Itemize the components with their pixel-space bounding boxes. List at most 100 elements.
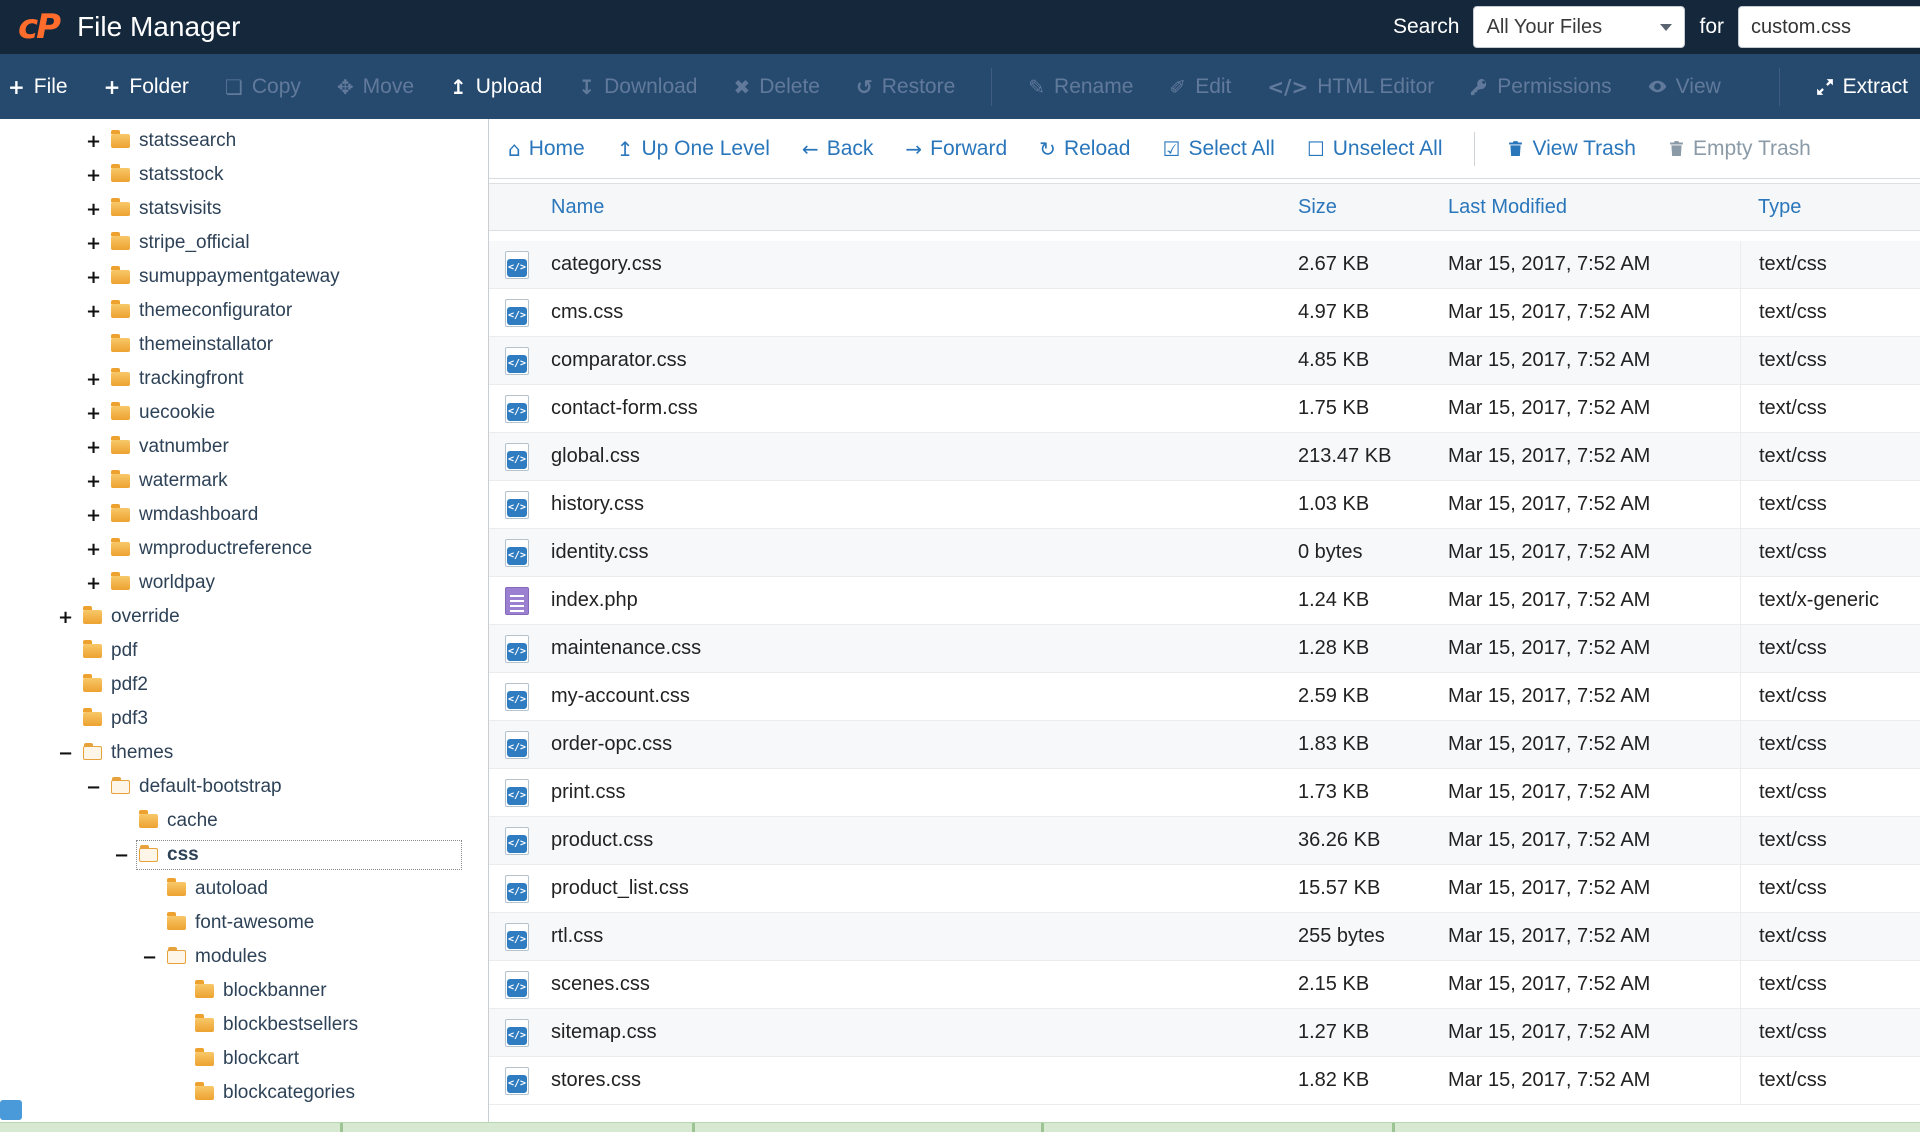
file-row-history-css[interactable]: history.css1.03 KBMar 15, 2017, 7:52 AMt…: [489, 481, 1920, 529]
name-column-header[interactable]: Name: [551, 196, 1280, 219]
file-row-comparator-css[interactable]: comparator.css4.85 KBMar 15, 2017, 7:52 …: [489, 337, 1920, 385]
folder-icon: [111, 168, 130, 182]
tree-item-wmdashboard[interactable]: +wmdashboard: [0, 498, 488, 532]
collapse-toggle-icon[interactable]: −: [58, 743, 80, 764]
tree-item-wmproductreference[interactable]: +wmproductreference: [0, 532, 488, 566]
type-column-header[interactable]: Type: [1740, 196, 1920, 219]
expand-toggle-icon[interactable]: +: [86, 199, 108, 220]
collapse-toggle-icon[interactable]: −: [142, 947, 164, 968]
nav-button-up-one-level[interactable]: ↥Up One Level: [617, 137, 770, 161]
tree-item-statssearch[interactable]: +statssearch: [0, 124, 488, 158]
tree-item-uecookie[interactable]: +uecookie: [0, 396, 488, 430]
tree-item-themeconfigurator[interactable]: +themeconfigurator: [0, 294, 488, 328]
expand-toggle-icon[interactable]: +: [86, 573, 108, 594]
expand-toggle-icon[interactable]: +: [86, 369, 108, 390]
tree-item-statsstock[interactable]: +statsstock: [0, 158, 488, 192]
file-row-rtl-css[interactable]: rtl.css255 bytesMar 15, 2017, 7:52 AMtex…: [489, 913, 1920, 961]
file-row-stores-css[interactable]: stores.css1.82 KBMar 15, 2017, 7:52 AMte…: [489, 1057, 1920, 1105]
file-row-product-list-css[interactable]: product_list.css15.57 KBMar 15, 2017, 7:…: [489, 865, 1920, 913]
file-type: text/css: [1740, 385, 1920, 432]
tree-item-override[interactable]: +override: [0, 600, 488, 634]
expand-toggle-icon[interactable]: +: [86, 301, 108, 322]
file-row-order-opc-css[interactable]: order-opc.css1.83 KBMar 15, 2017, 7:52 A…: [489, 721, 1920, 769]
sidebar-scrollbar-thumb[interactable]: [0, 1100, 22, 1120]
toolbar-button-view[interactable]: View: [1648, 75, 1721, 99]
last-modified-column-header[interactable]: Last Modified: [1430, 196, 1740, 219]
tree-item-watermark[interactable]: +watermark: [0, 464, 488, 498]
nav-button-select-all[interactable]: ☑Select All: [1163, 137, 1275, 161]
expand-toggle-icon[interactable]: +: [86, 505, 108, 526]
toolbar-button-download[interactable]: ↧Download: [578, 75, 697, 99]
collapse-toggle-icon[interactable]: −: [114, 845, 136, 866]
toolbar-button-edit[interactable]: ✐Edit: [1169, 75, 1231, 99]
tree-item-modules[interactable]: −modules: [0, 940, 488, 974]
toolbar-button-file[interactable]: +File: [8, 75, 68, 99]
toolbar-button-folder[interactable]: +Folder: [104, 75, 189, 99]
tree-item-trackingfront[interactable]: +trackingfront: [0, 362, 488, 396]
tree-item-cache[interactable]: cache: [0, 804, 488, 838]
tree-item-autoload[interactable]: autoload: [0, 872, 488, 906]
toolbar-button-delete[interactable]: ✖Delete: [734, 75, 820, 99]
nav-button-view-trash[interactable]: View Trash: [1507, 137, 1636, 161]
tree-item-themeinstallator[interactable]: themeinstallator: [0, 328, 488, 362]
toolbar-button-permissions[interactable]: Permissions: [1470, 75, 1611, 99]
nav-button-home[interactable]: ⌂Home: [508, 137, 585, 161]
tree-item-vatnumber[interactable]: +vatnumber: [0, 430, 488, 464]
file-row-cms-css[interactable]: cms.css4.97 KBMar 15, 2017, 7:52 AMtext/…: [489, 289, 1920, 337]
tree-item-blockcategories[interactable]: blockcategories: [0, 1076, 488, 1110]
search-scope-select[interactable]: All Your Files: [1473, 6, 1685, 48]
folder-icon: [111, 542, 130, 556]
toolbar-button-restore[interactable]: ↺Restore: [856, 75, 955, 99]
collapse-toggle-icon[interactable]: −: [86, 777, 108, 798]
toolbar-button-extract[interactable]: Extract: [1816, 75, 1908, 99]
toolbar-button-copy[interactable]: ❏Copy: [225, 75, 301, 99]
tree-item-css[interactable]: −css: [0, 838, 488, 872]
tree-item-pdf3[interactable]: pdf3: [0, 702, 488, 736]
expand-toggle-icon[interactable]: +: [86, 437, 108, 458]
toolbar-button-upload[interactable]: ↥Upload: [450, 75, 542, 99]
tree-item-worldpay[interactable]: +worldpay: [0, 566, 488, 600]
nav-button-forward[interactable]: →Forward: [905, 137, 1007, 161]
search-input[interactable]: [1738, 6, 1920, 48]
tree-item-pdf[interactable]: pdf: [0, 634, 488, 668]
tree-item-font-awesome[interactable]: font-awesome: [0, 906, 488, 940]
file-row-print-css[interactable]: print.css1.73 KBMar 15, 2017, 7:52 AMtex…: [489, 769, 1920, 817]
tree-item-blockcart[interactable]: blockcart: [0, 1042, 488, 1076]
expand-toggle-icon[interactable]: +: [86, 539, 108, 560]
tree-item-sumuppaymentgateway[interactable]: +sumuppaymentgateway: [0, 260, 488, 294]
expand-toggle-icon[interactable]: +: [86, 131, 108, 152]
expand-toggle-icon[interactable]: +: [86, 267, 108, 288]
expand-toggle-icon[interactable]: +: [86, 471, 108, 492]
tree-item-label: font-awesome: [195, 912, 314, 934]
nav-button-reload[interactable]: ↻Reload: [1039, 137, 1130, 161]
file-row-sitemap-css[interactable]: sitemap.css1.27 KBMar 15, 2017, 7:52 AMt…: [489, 1009, 1920, 1057]
expand-toggle-icon[interactable]: +: [86, 403, 108, 424]
tree-item-themes[interactable]: −themes: [0, 736, 488, 770]
file-row-scenes-css[interactable]: scenes.css2.15 KBMar 15, 2017, 7:52 AMte…: [489, 961, 1920, 1009]
file-row-my-account-css[interactable]: my-account.css2.59 KBMar 15, 2017, 7:52 …: [489, 673, 1920, 721]
toolbar-button-move[interactable]: ✥Move: [337, 75, 414, 99]
size-column-header[interactable]: Size: [1280, 196, 1430, 219]
expand-toggle-icon[interactable]: +: [86, 233, 108, 254]
file-row-category-css[interactable]: category.css2.67 KBMar 15, 2017, 7:52 AM…: [489, 241, 1920, 289]
tree-item-blockbestsellers[interactable]: blockbestsellers: [0, 1008, 488, 1042]
toolbar-button-html-editor[interactable]: </>HTML Editor: [1267, 75, 1434, 99]
file-row-identity-css[interactable]: identity.css0 bytesMar 15, 2017, 7:52 AM…: [489, 529, 1920, 577]
expand-toggle-icon[interactable]: +: [58, 607, 80, 628]
file-row-contact-form-css[interactable]: contact-form.css1.75 KBMar 15, 2017, 7:5…: [489, 385, 1920, 433]
tree-item-stripe-official[interactable]: +stripe_official: [0, 226, 488, 260]
tree-item-box: themeinstallator: [108, 330, 462, 360]
tree-item-blockbanner[interactable]: blockbanner: [0, 974, 488, 1008]
tree-item-default-bootstrap[interactable]: −default-bootstrap: [0, 770, 488, 804]
expand-toggle-icon[interactable]: +: [86, 165, 108, 186]
tree-item-pdf2[interactable]: pdf2: [0, 668, 488, 702]
toolbar-button-rename[interactable]: ✎Rename: [1028, 75, 1133, 99]
nav-button-empty-trash[interactable]: Empty Trash: [1668, 137, 1811, 161]
tree-item-statsvisits[interactable]: +statsvisits: [0, 192, 488, 226]
nav-button-back[interactable]: ←Back: [802, 137, 873, 161]
file-row-global-css[interactable]: global.css213.47 KBMar 15, 2017, 7:52 AM…: [489, 433, 1920, 481]
file-row-product-css[interactable]: product.css36.26 KBMar 15, 2017, 7:52 AM…: [489, 817, 1920, 865]
file-row-index-php[interactable]: index.php1.24 KBMar 15, 2017, 7:52 AMtex…: [489, 577, 1920, 625]
nav-button-unselect-all[interactable]: ☐Unselect All: [1307, 137, 1443, 161]
file-row-maintenance-css[interactable]: maintenance.css1.28 KBMar 15, 2017, 7:52…: [489, 625, 1920, 673]
